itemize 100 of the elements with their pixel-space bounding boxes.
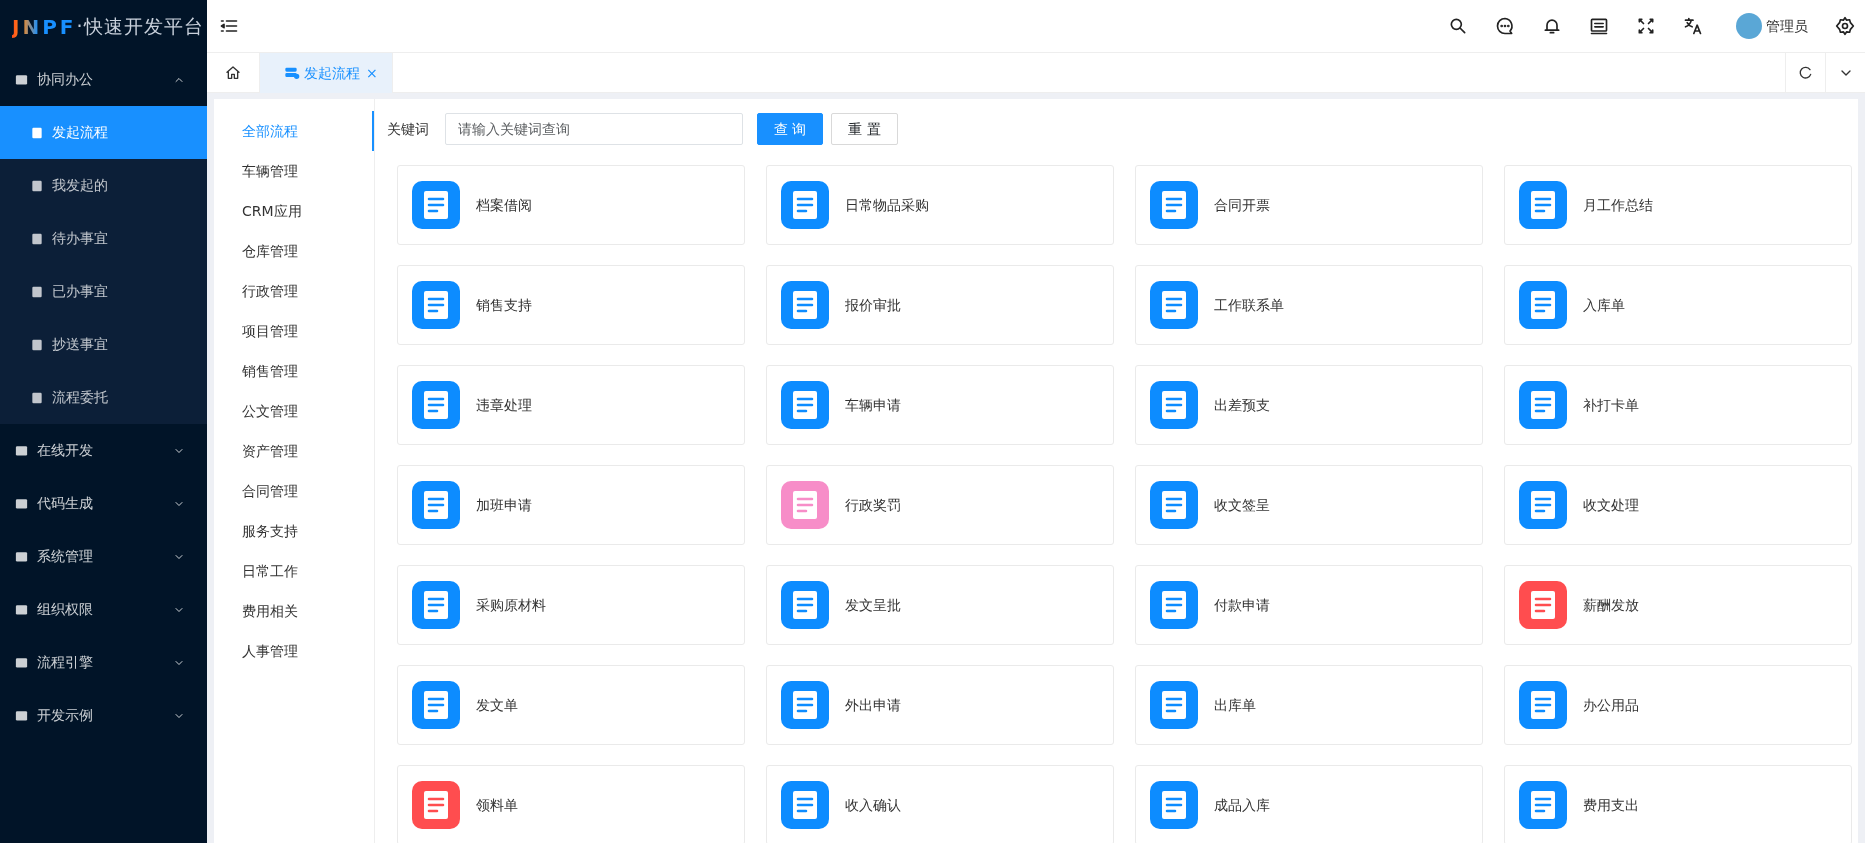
flow-card[interactable]: 行政奖罚 bbox=[766, 465, 1114, 545]
refresh-icon[interactable] bbox=[1797, 64, 1814, 81]
category-item[interactable]: 销售管理 bbox=[214, 351, 374, 391]
flow-card[interactable]: 薪酬发放 bbox=[1504, 565, 1852, 645]
menu-group[interactable]: 代码生成 bbox=[0, 477, 207, 530]
flow-card[interactable]: 月工作总结 bbox=[1504, 165, 1852, 245]
menu-group[interactable]: 系统管理 bbox=[0, 530, 207, 583]
search-icon[interactable] bbox=[1448, 16, 1468, 36]
flow-card[interactable]: 付款申请 bbox=[1135, 565, 1483, 645]
user-menu[interactable]: 管理员 bbox=[1736, 13, 1808, 39]
menu-label: 开发示例 bbox=[37, 706, 94, 725]
flow-card[interactable]: 档案借阅 bbox=[397, 165, 745, 245]
flow-card[interactable]: 出库单 bbox=[1135, 665, 1483, 745]
flow-card[interactable]: 采购原材料 bbox=[397, 565, 745, 645]
flow-label: 外出申请 bbox=[845, 695, 901, 715]
home-icon bbox=[225, 65, 241, 81]
menu-label: 抄送事宜 bbox=[52, 335, 108, 354]
menu-label: 发起流程 bbox=[52, 123, 108, 142]
flow-card[interactable]: 费用支出 bbox=[1504, 765, 1852, 843]
avatar bbox=[1736, 13, 1762, 39]
flow-label: 薪酬发放 bbox=[1583, 595, 1639, 615]
translate-icon[interactable] bbox=[1683, 16, 1703, 36]
app-title: ·快速开发平台 bbox=[76, 14, 204, 40]
category-item[interactable]: 行政管理 bbox=[214, 271, 374, 311]
flow-label: 发文呈批 bbox=[845, 595, 901, 615]
flow-card[interactable]: 加班申请 bbox=[397, 465, 745, 545]
category-item[interactable]: 服务支持 bbox=[214, 511, 374, 551]
category-item[interactable]: 项目管理 bbox=[214, 311, 374, 351]
flow-label: 报价审批 bbox=[845, 295, 901, 315]
flow-label: 成品入库 bbox=[1214, 795, 1270, 815]
category-item[interactable]: 仓库管理 bbox=[214, 231, 374, 271]
menu-group[interactable]: 在线开发 bbox=[0, 424, 207, 477]
category-item[interactable]: 合同管理 bbox=[214, 471, 374, 511]
flow-label: 领料单 bbox=[476, 795, 518, 815]
flow-card[interactable]: 发文单 bbox=[397, 665, 745, 745]
menu-item[interactable]: 待办事宜 bbox=[0, 212, 207, 265]
flow-label: 发文单 bbox=[476, 695, 518, 715]
flow-label: 出库单 bbox=[1214, 695, 1256, 715]
flow-label: 收文处理 bbox=[1583, 495, 1639, 515]
flow-card[interactable]: 收入确认 bbox=[766, 765, 1114, 843]
flow-card[interactable]: 补打卡单 bbox=[1504, 365, 1852, 445]
menu-label: 系统管理 bbox=[37, 547, 94, 566]
flow-label: 行政奖罚 bbox=[845, 495, 901, 515]
menu-group[interactable]: 协同办公 bbox=[0, 53, 207, 106]
menu-group[interactable]: 开发示例 bbox=[0, 689, 207, 742]
flow-card[interactable]: 合同开票 bbox=[1135, 165, 1483, 245]
menu-item[interactable]: 流程委托 bbox=[0, 371, 207, 424]
flow-label: 销售支持 bbox=[476, 295, 532, 315]
menu-item[interactable]: 抄送事宜 bbox=[0, 318, 207, 371]
flow-label: 车辆申请 bbox=[845, 395, 901, 415]
flow-label: 违章处理 bbox=[476, 395, 532, 415]
flow-card[interactable]: 出差预支 bbox=[1135, 365, 1483, 445]
flow-card[interactable]: 工作联系单 bbox=[1135, 265, 1483, 345]
user-name: 管理员 bbox=[1766, 16, 1808, 36]
category-item[interactable]: 资产管理 bbox=[214, 431, 374, 471]
flow-label: 付款申请 bbox=[1214, 595, 1270, 615]
flow-card[interactable]: 收文处理 bbox=[1504, 465, 1852, 545]
menu-label: 协同办公 bbox=[37, 70, 94, 89]
flow-card[interactable]: 日常物品采购 bbox=[766, 165, 1114, 245]
menu-label: 已办事宜 bbox=[52, 282, 108, 301]
flow-card[interactable]: 销售支持 bbox=[397, 265, 745, 345]
category-item[interactable]: 车辆管理 bbox=[214, 151, 374, 191]
flow-card[interactable]: 收文签呈 bbox=[1135, 465, 1483, 545]
menu-item[interactable]: 我发起的 bbox=[0, 159, 207, 212]
flow-card[interactable]: 领料单 bbox=[397, 765, 745, 843]
search-field[interactable]: 请输入关键词查询 bbox=[445, 113, 743, 145]
flow-icon bbox=[284, 65, 300, 81]
flow-label: 档案借阅 bbox=[476, 195, 532, 215]
bell-icon[interactable] bbox=[1542, 16, 1562, 36]
chat-icon[interactable] bbox=[1495, 16, 1515, 36]
flow-card[interactable]: 入库单 bbox=[1504, 265, 1852, 345]
category-item[interactable]: CRM应用 bbox=[214, 191, 374, 231]
flow-card[interactable]: 违章处理 bbox=[397, 365, 745, 445]
menu-group[interactable]: 流程引擎 bbox=[0, 636, 207, 689]
flow-card[interactable]: 车辆申请 bbox=[766, 365, 1114, 445]
flow-card[interactable]: 外出申请 bbox=[766, 665, 1114, 745]
flow-card[interactable]: 办公用品 bbox=[1504, 665, 1852, 745]
menu-label: 我发起的 bbox=[52, 176, 108, 195]
flow-label: 补打卡单 bbox=[1583, 395, 1639, 415]
fullscreen-icon[interactable] bbox=[1636, 16, 1656, 36]
flow-label: 日常物品采购 bbox=[845, 195, 929, 215]
flow-label: 加班申请 bbox=[476, 495, 532, 515]
reset-button[interactable]: 重 置 bbox=[831, 113, 898, 145]
menu-group[interactable]: 组织权限 bbox=[0, 583, 207, 636]
flow-label: 收入确认 bbox=[845, 795, 901, 815]
flow-label: 办公用品 bbox=[1583, 695, 1639, 715]
category-item[interactable]: 日常工作 bbox=[214, 551, 374, 591]
menu-label: 代码生成 bbox=[37, 494, 94, 513]
category-item[interactable]: 人事管理 bbox=[214, 631, 374, 671]
flow-card[interactable]: 报价审批 bbox=[766, 265, 1114, 345]
menu-label: 流程引擎 bbox=[37, 653, 94, 672]
settings-icon[interactable] bbox=[1835, 16, 1855, 36]
flow-card[interactable]: 发文呈批 bbox=[766, 565, 1114, 645]
flow-label: 费用支出 bbox=[1583, 795, 1639, 815]
flow-label: 出差预支 bbox=[1214, 395, 1270, 415]
category-item[interactable]: 公文管理 bbox=[214, 391, 374, 431]
flow-card[interactable]: 成品入库 bbox=[1135, 765, 1483, 843]
menu-item[interactable]: 已办事宜 bbox=[0, 265, 207, 318]
monitor-icon[interactable] bbox=[1589, 16, 1609, 36]
category-item[interactable]: 费用相关 bbox=[214, 591, 374, 631]
